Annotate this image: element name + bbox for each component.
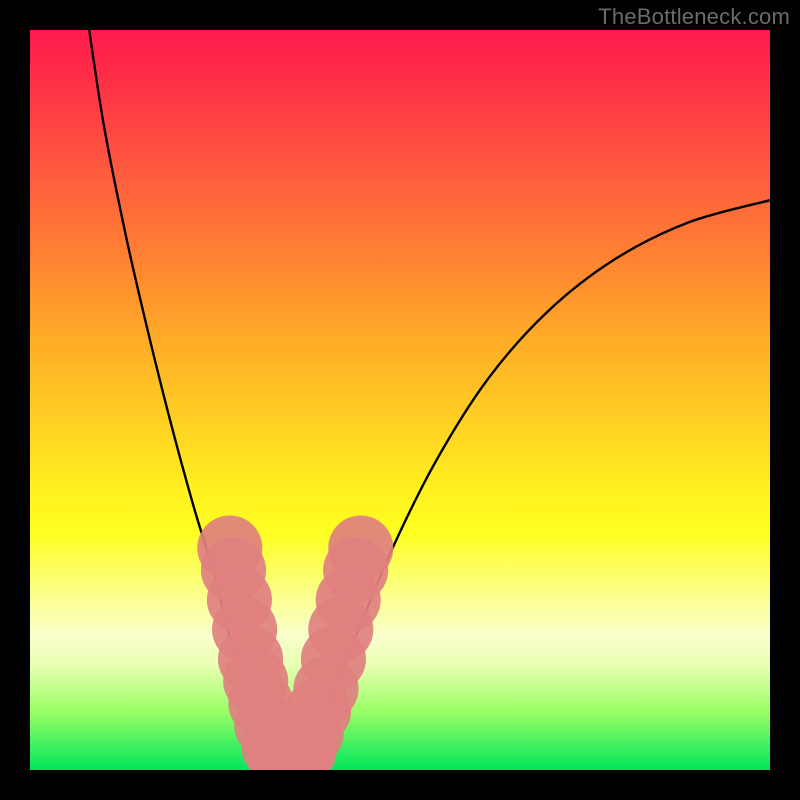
chart-frame: TheBottleneck.com (0, 0, 800, 800)
bottleneck-curve (89, 30, 770, 766)
cluster-dot (328, 515, 393, 580)
chart-overlay-svg (30, 30, 770, 770)
watermark-text: TheBottleneck.com (598, 4, 790, 30)
marker-layer (197, 515, 393, 770)
plot-area (30, 30, 770, 770)
curve-layer (89, 30, 770, 766)
